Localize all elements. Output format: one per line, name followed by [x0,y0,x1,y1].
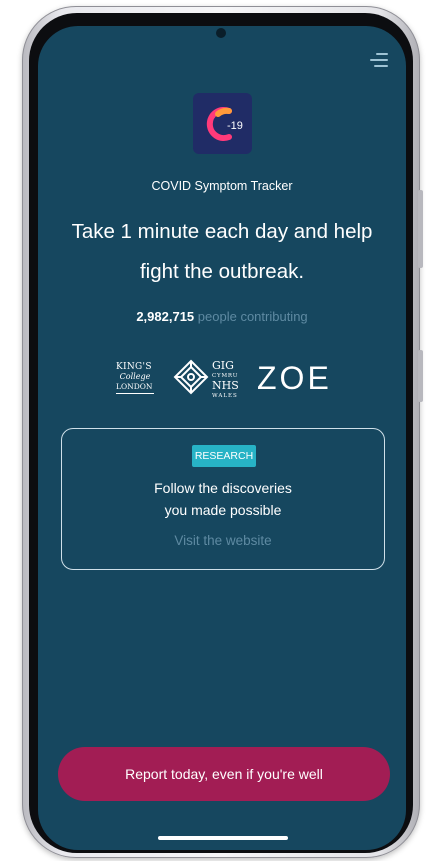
zoe-logo: ZOE [257,360,332,396]
report-today-button[interactable]: Report today, even if you're well [58,747,390,801]
volume-button [418,190,423,268]
contributors-count: 2,982,715 people contributing [38,309,406,324]
app-screen: -19 COVID Symptom Tracker Take 1 minute … [38,26,406,850]
menu-icon[interactable] [370,53,388,69]
front-camera [216,28,226,38]
power-button [418,350,423,402]
headline: Take 1 minute each day and help fight th… [58,212,386,292]
partner-logos: KING'S College LONDON GIG CYMRU NHS WALE… [116,358,336,400]
app-logo-icon-graphic: -19 [206,106,243,141]
app-name: COVID Symptom Tracker [151,179,293,193]
contributors-number: 2,982,715 [136,309,195,324]
headline-line-1: Take 1 minute each day and help [71,220,373,243]
app-logo-icon: -19 [193,93,252,154]
research-card: RESEARCH Follow the discoveries you made… [61,428,385,570]
research-card-text: Follow the discoveries you made possible [154,480,292,518]
nhs-wales-text: GIG CYMRU NHS WALES [212,359,239,399]
kcl-logo: KING'S College LONDON [116,362,154,394]
contributors-label: people contributing [197,309,308,324]
svg-text:-19: -19 [227,120,243,132]
home-indicator[interactable] [158,836,288,840]
nhs-wales-icon [173,359,209,395]
research-badge: RESEARCH [192,445,256,467]
headline-line-2: fight the outbreak. [139,260,305,283]
visit-website-link[interactable]: Visit the website [62,533,384,548]
